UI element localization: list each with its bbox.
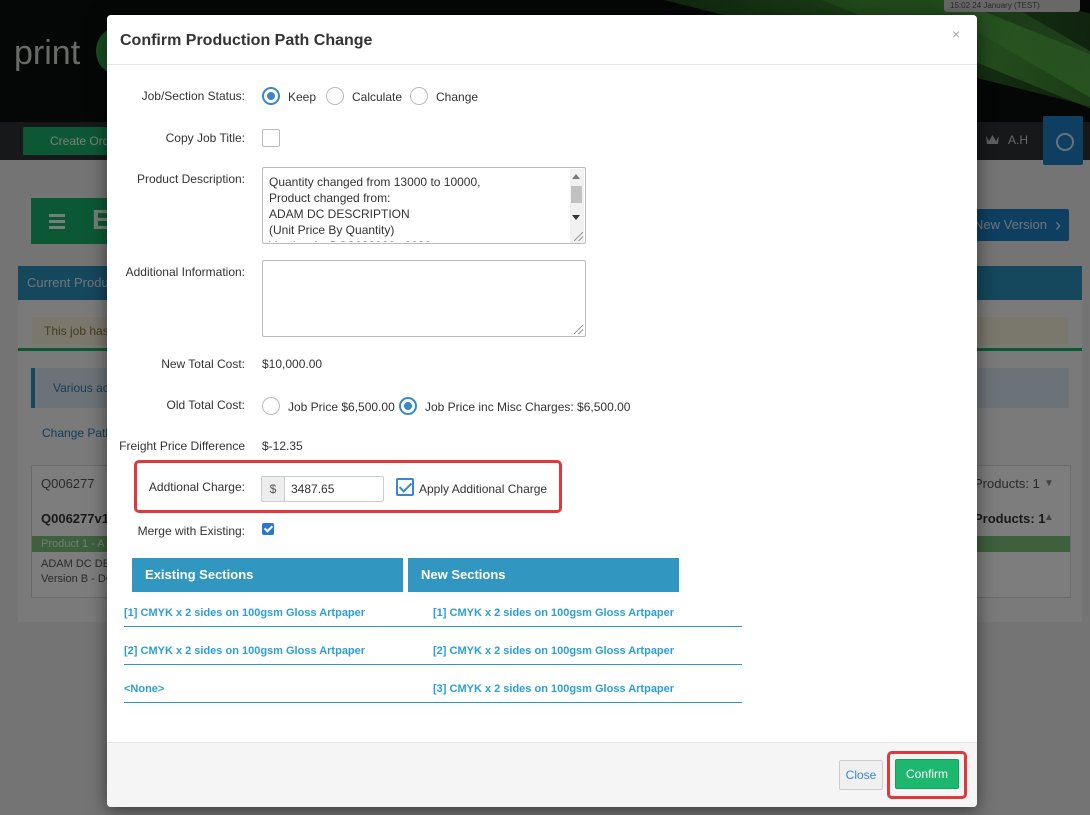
scroll-down-icon[interactable] xyxy=(572,215,580,220)
confirm-production-path-modal: Confirm Production Path Change × Job/Sec… xyxy=(107,15,977,807)
merge-with-existing-checkbox[interactable] xyxy=(262,523,274,535)
additional-charge-label: Addtional Charge: xyxy=(148,480,245,494)
product-description-textarea[interactable]: Quantity changed from 13000 to 10000, Pr… xyxy=(262,167,586,244)
scroll-up-icon[interactable] xyxy=(572,174,580,179)
confirm-button[interactable]: Confirm xyxy=(895,759,959,789)
additional-information-textarea[interactable] xyxy=(262,260,586,337)
section-divider xyxy=(124,626,742,627)
radio-change-label: Change xyxy=(436,90,479,104)
new-total-cost-label: New Total Cost: xyxy=(161,357,245,371)
radio-calculate[interactable] xyxy=(326,87,344,105)
radio-calculate-label: Calculate xyxy=(352,90,403,104)
additional-charge-input[interactable]: 3487.65 xyxy=(284,476,384,502)
apply-additional-charge-checkbox[interactable] xyxy=(396,478,414,496)
new-section-2[interactable]: [2] CMYK x 2 sides on 100gsm Gloss Artpa… xyxy=(433,645,674,657)
new-total-cost-value: $10,000.00 xyxy=(262,357,323,371)
close-button[interactable]: Close xyxy=(839,760,883,790)
additional-information-label: Additional Information: xyxy=(125,265,245,279)
copy-job-title-checkbox[interactable] xyxy=(262,129,280,147)
merge-with-existing-label: Merge with Existing: xyxy=(137,524,245,538)
existing-sections-header: Existing Sections xyxy=(132,558,403,592)
freight-price-difference-value: $-12.35 xyxy=(262,439,303,453)
additional-information-text xyxy=(269,267,559,335)
freight-price-difference-label: Freight Price Difference xyxy=(119,439,245,453)
resize-grip-icon[interactable] xyxy=(574,325,583,334)
section-divider xyxy=(124,664,742,665)
radio-job-price-label: Job Price $6,500.00 xyxy=(288,400,395,414)
job-status-label: Job/Section Status: xyxy=(141,89,245,103)
copy-job-title-label: Copy Job Title: xyxy=(165,131,245,145)
radio-keep-label: Keep xyxy=(288,90,317,104)
new-section-3[interactable]: [3] CMYK x 2 sides on 100gsm Gloss Artpa… xyxy=(433,683,674,695)
existing-section-1[interactable]: [1] CMYK x 2 sides on 100gsm Gloss Artpa… xyxy=(124,607,365,619)
new-sections-header: New Sections xyxy=(408,558,679,592)
radio-change[interactable] xyxy=(410,87,428,105)
modal-header: Confirm Production Path Change × xyxy=(107,15,977,65)
section-divider xyxy=(124,702,742,703)
radio-job-price-misc[interactable] xyxy=(399,397,417,415)
radio-job-price-misc-label: Job Price inc Misc Charges: $6,500.00 xyxy=(425,400,631,414)
existing-section-3[interactable]: <None> xyxy=(124,683,164,695)
old-total-cost-label: Old Total Cost: xyxy=(166,398,245,412)
radio-job-price[interactable] xyxy=(262,397,280,415)
radio-keep[interactable] xyxy=(262,87,280,105)
product-description-text: Quantity changed from 13000 to 10000, Pr… xyxy=(269,175,481,242)
apply-additional-charge-label: Apply Additional Charge xyxy=(419,482,548,496)
currency-addon: $ xyxy=(261,476,285,502)
product-description-label: Product Description: xyxy=(136,172,245,186)
new-section-1[interactable]: [1] CMYK x 2 sides on 100gsm Gloss Artpa… xyxy=(433,607,674,619)
close-icon[interactable]: × xyxy=(952,26,960,42)
modal-title: Confirm Production Path Change xyxy=(120,32,373,49)
resize-grip-icon[interactable] xyxy=(574,232,583,241)
existing-section-2[interactable]: [2] CMYK x 2 sides on 100gsm Gloss Artpa… xyxy=(124,645,365,657)
scroll-thumb[interactable] xyxy=(571,186,582,203)
